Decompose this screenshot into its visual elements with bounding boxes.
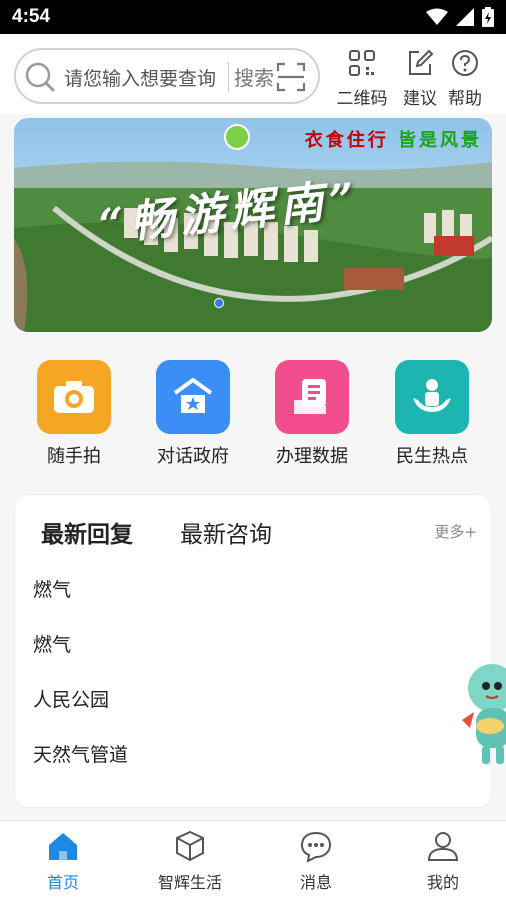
tab-label: 最新回复 [41,522,133,548]
help-button[interactable]: 帮助 [437,48,493,109]
quick-action-label: 随手拍 [47,446,101,467]
quick-action-label: 民生热点 [396,446,468,467]
chat-icon [300,831,332,863]
list-item[interactable]: 燃气 [33,630,71,657]
carousel-indicator[interactable] [214,298,224,308]
help-icon [452,50,478,76]
search-divider [228,62,229,92]
quick-action-photo[interactable]: 随手拍 [14,360,134,468]
banner-carousel[interactable]: 衣食住行 皆是风景 “畅游辉南” [14,118,492,332]
tab-latest-inquiries[interactable]: 最新咨询 [180,515,272,549]
wifi-icon [426,8,448,25]
home-icon [49,833,77,860]
search-box[interactable]: 请您输入想要查询 搜索 [14,48,320,104]
tab-smart-life[interactable]: 智辉生活 [130,829,250,893]
help-label: 帮助 [448,89,482,109]
qr-code-label: 二维码 [336,89,388,109]
people-icon [395,360,469,434]
signal-icon [456,8,474,26]
search-icon [25,62,55,92]
quick-action-hotspot[interactable]: 民生热点 [372,360,492,468]
tab-label: 首页 [46,873,79,892]
tab-label: 我的 [426,873,459,892]
mascot-icon[interactable] [456,660,506,770]
user-icon [427,832,459,861]
camera-icon [37,360,111,434]
search-input[interactable]: 请您输入想要查询 [64,64,224,91]
news-card: 最新回复 最新咨询 更多+ 燃气 燃气 人民公园 天然气管道 [14,494,492,808]
tab-home[interactable]: 首页 [3,829,123,893]
banner-slogan-red: 衣食住行 [304,130,389,151]
banner-slogan-green: 皆是风景 [398,130,482,151]
scan-icon[interactable] [276,62,306,92]
quick-action-label: 对话政府 [157,446,229,467]
tab-label: 智辉生活 [157,873,222,892]
bottom-tab-bar: 首页 智辉生活 消息 我的 [0,820,506,900]
list-item[interactable]: 人民公园 [33,685,109,712]
list-item[interactable]: 天然气管道 [33,740,128,767]
tab-profile[interactable]: 我的 [383,829,503,893]
tab-latest-replies[interactable]: 最新回复 [33,515,141,553]
banner-logo-icon [224,124,250,150]
qr-code-button[interactable]: 二维码 [334,48,390,109]
more-link[interactable]: 更多+ [434,521,477,542]
box-icon [176,830,204,862]
status-bar: 4:54 [0,0,506,34]
battery-icon [482,7,494,27]
tab-messages[interactable]: 消息 [256,829,376,893]
tab-label: 最新咨询 [180,522,272,548]
top-bar: 请您输入想要查询 搜索 二维码 建议 帮助 [0,34,506,114]
banner-slogan: 衣食住行 皆是风景 [305,126,482,152]
government-icon [156,360,230,434]
quick-action-government[interactable]: 对话政府 [133,360,253,468]
data-icon [275,360,349,434]
list-item[interactable]: 燃气 [33,575,71,602]
quick-action-label: 办理数据 [276,446,348,467]
edit-icon [409,49,434,75]
status-icons [426,7,494,27]
qr-code-icon [349,50,375,76]
quick-action-data[interactable]: 办理数据 [252,360,372,468]
search-button[interactable]: 搜索 [234,62,274,91]
tab-label: 消息 [299,873,332,892]
status-time: 4:54 [12,6,51,27]
